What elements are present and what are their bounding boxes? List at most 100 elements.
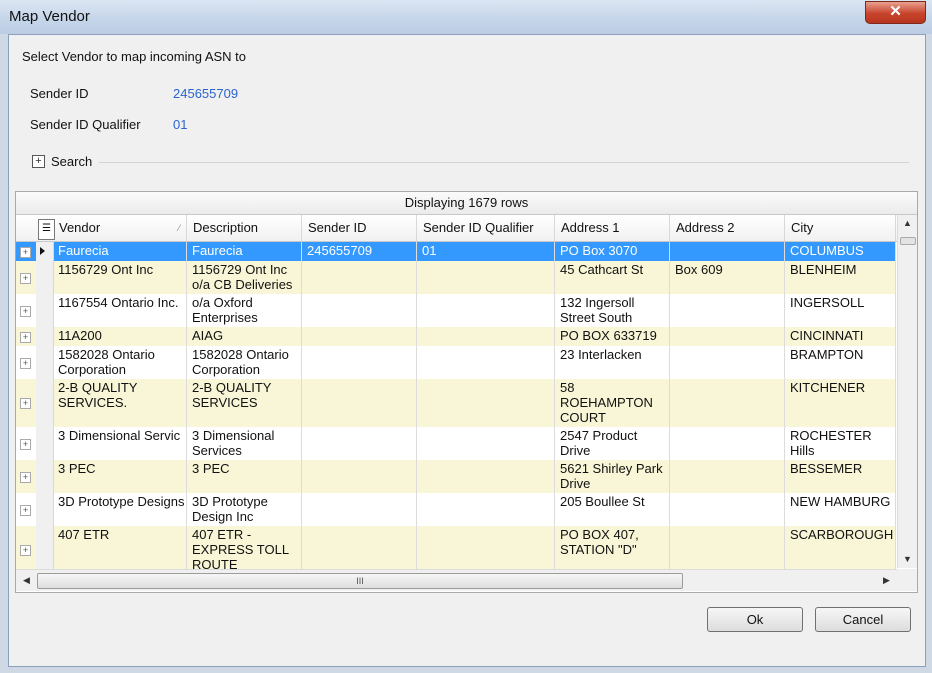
table-row[interactable]: +1167554 Ontario Inc. o/a Oxford Enterpri… bbox=[16, 294, 896, 328]
row-selector[interactable] bbox=[36, 346, 54, 379]
cell-description[interactable]: 1156729 Ont Inc o/a CB Deliveries bbox=[187, 261, 302, 294]
cell-address1[interactable]: PO BOX 407, STATION "D" bbox=[555, 526, 670, 574]
cell-address2[interactable] bbox=[670, 379, 785, 427]
column-header-sender-id-qualifier[interactable]: Sender ID Qualifier bbox=[417, 215, 555, 241]
table-row[interactable]: +2-B QUALITY SERVICES. 2-B QUALITY SERVIC… bbox=[16, 379, 896, 428]
cell-sender-id[interactable] bbox=[302, 460, 417, 493]
cell-address2[interactable] bbox=[670, 460, 785, 493]
close-button[interactable]: ✕ bbox=[865, 1, 926, 24]
row-expand-icon[interactable]: + bbox=[20, 398, 31, 409]
cell-description[interactable]: 1582028 Ontario Corporation bbox=[187, 346, 302, 379]
row-expand-icon[interactable]: + bbox=[20, 306, 31, 317]
cell-city[interactable]: BESSEMER bbox=[785, 460, 896, 493]
row-expand-icon[interactable]: + bbox=[20, 439, 31, 450]
vertical-scroll-thumb[interactable] bbox=[900, 237, 916, 245]
cell-address2[interactable] bbox=[670, 427, 785, 460]
cell-qualifier[interactable] bbox=[417, 460, 555, 493]
cell-sender-id[interactable] bbox=[302, 346, 417, 379]
cell-qualifier[interactable] bbox=[417, 346, 555, 379]
cell-address1[interactable]: 5621 Shirley Park Drive bbox=[555, 460, 670, 493]
table-row[interactable]: +3 PEC 3 PEC 5621 Shirley Park Drive BESSEM… bbox=[16, 460, 896, 494]
horizontal-scrollbar[interactable]: ◀ III ▶ bbox=[16, 569, 897, 591]
cell-sender-id[interactable] bbox=[302, 379, 417, 427]
row-selector[interactable] bbox=[36, 427, 54, 460]
cell-address1[interactable]: 45 Cathcart St bbox=[555, 261, 670, 294]
cell-sender-id[interactable] bbox=[302, 261, 417, 294]
row-selector[interactable] bbox=[36, 261, 54, 294]
cell-city[interactable]: INGERSOLL bbox=[785, 294, 896, 327]
cell-address2[interactable]: Box 609 bbox=[670, 261, 785, 294]
cell-qualifier[interactable] bbox=[417, 261, 555, 294]
cell-address1[interactable]: 205 Boullee St bbox=[555, 493, 670, 526]
table-row[interactable]: + Faurecia Faurecia 245655709 01 PO Box 3070 C… bbox=[16, 242, 896, 262]
cell-city[interactable]: SCARBOROUGH bbox=[785, 526, 896, 574]
cell-address2[interactable] bbox=[670, 327, 785, 346]
cell-address1[interactable]: 58 ROEHAMPTON COURT bbox=[555, 379, 670, 427]
cell-sender-id[interactable] bbox=[302, 327, 417, 346]
column-header-address-2[interactable]: Address 2 bbox=[670, 215, 785, 241]
row-selector[interactable] bbox=[36, 460, 54, 493]
cell-description[interactable]: Faurecia bbox=[187, 242, 302, 261]
cell-sender-id[interactable] bbox=[302, 526, 417, 574]
row-selector[interactable] bbox=[36, 294, 54, 327]
column-header-sender-id[interactable]: Sender ID bbox=[302, 215, 417, 241]
column-header-city[interactable]: City bbox=[785, 215, 896, 241]
horizontal-scroll-thumb[interactable]: III bbox=[37, 573, 683, 589]
cell-address1[interactable]: PO BOX 633719 bbox=[555, 327, 670, 346]
cell-vendor[interactable]: 1156729 Ont Inc bbox=[53, 261, 187, 294]
cell-address1[interactable]: PO Box 3070 bbox=[555, 242, 670, 261]
cell-address1[interactable]: 132 Ingersoll Street South bbox=[555, 294, 670, 327]
cell-city[interactable]: CINCINNATI bbox=[785, 327, 896, 346]
column-header-address-1[interactable]: Address 1 bbox=[555, 215, 670, 241]
row-selector[interactable] bbox=[36, 242, 54, 261]
vertical-scrollbar[interactable]: ▲ ▼ bbox=[897, 215, 917, 568]
cell-qualifier[interactable] bbox=[417, 526, 555, 574]
row-expand-icon[interactable]: + bbox=[20, 332, 31, 343]
column-header-description[interactable]: Description bbox=[187, 215, 302, 241]
cell-city[interactable]: NEW HAMBURG bbox=[785, 493, 896, 526]
search-label[interactable]: Search bbox=[51, 154, 92, 169]
cell-sender-id[interactable]: 245655709 bbox=[302, 242, 417, 261]
row-selector[interactable] bbox=[36, 493, 54, 526]
cell-city[interactable]: COLUMBUS bbox=[785, 242, 896, 261]
cell-vendor[interactable]: 11A200 bbox=[53, 327, 187, 346]
cell-address2[interactable] bbox=[670, 493, 785, 526]
cell-description[interactable]: 2-B QUALITY SERVICES bbox=[187, 379, 302, 427]
cell-description[interactable]: 3 PEC bbox=[187, 460, 302, 493]
row-expand-icon[interactable]: + bbox=[20, 472, 31, 483]
cell-sender-id[interactable] bbox=[302, 427, 417, 460]
cell-city[interactable]: KITCHENER bbox=[785, 379, 896, 427]
cell-description[interactable]: AIAG bbox=[187, 327, 302, 346]
scroll-right-icon[interactable]: ▶ bbox=[878, 570, 895, 591]
cell-qualifier[interactable]: 01 bbox=[417, 242, 555, 261]
ok-button[interactable]: Ok bbox=[707, 607, 803, 632]
scroll-up-icon[interactable]: ▲ bbox=[898, 215, 917, 231]
table-row[interactable]: +407 ETR 407 ETR - EXPRESS TOLL ROUTE PO B… bbox=[16, 526, 896, 575]
cell-address1[interactable]: 23 Interlacken bbox=[555, 346, 670, 379]
row-expand-icon[interactable]: + bbox=[20, 545, 31, 556]
row-expand-icon[interactable]: + bbox=[20, 358, 31, 369]
search-expand-icon[interactable]: + bbox=[32, 155, 45, 168]
cell-address2[interactable] bbox=[670, 526, 785, 574]
scroll-down-icon[interactable]: ▼ bbox=[898, 551, 917, 567]
cell-city[interactable]: BRAMPTON bbox=[785, 346, 896, 379]
cell-address2[interactable] bbox=[670, 242, 785, 261]
cell-qualifier[interactable] bbox=[417, 427, 555, 460]
cell-address2[interactable] bbox=[670, 346, 785, 379]
cell-qualifier[interactable] bbox=[417, 379, 555, 427]
cell-sender-id[interactable] bbox=[302, 294, 417, 327]
cell-vendor[interactable]: 3 PEC bbox=[53, 460, 187, 493]
column-header-vendor[interactable]: Vendor ⁄ bbox=[53, 215, 187, 241]
table-row[interactable]: +3D Prototype Designs 3D Prototype Design… bbox=[16, 493, 896, 527]
row-expand-icon[interactable]: + bbox=[20, 273, 31, 284]
table-row[interactable]: +1156729 Ont Inc 1156729 Ont Inc o/a CB D… bbox=[16, 261, 896, 295]
cell-qualifier[interactable] bbox=[417, 327, 555, 346]
cell-description[interactable]: 407 ETR - EXPRESS TOLL ROUTE bbox=[187, 526, 302, 574]
cell-vendor[interactable]: 1582028 Ontario Corporation bbox=[53, 346, 187, 379]
cell-vendor[interactable]: 3 Dimensional Servic bbox=[53, 427, 187, 460]
table-row[interactable]: +1582028 Ontario Corporation 1582028 Onta… bbox=[16, 346, 896, 380]
column-chooser-icon[interactable]: ☰ bbox=[38, 219, 55, 240]
table-row[interactable]: +11A200 AIAG PO BOX 633719 CINCINNATI bbox=[16, 327, 896, 347]
cell-city[interactable]: BLENHEIM bbox=[785, 261, 896, 294]
cell-address1[interactable]: 2547 Product Drive bbox=[555, 427, 670, 460]
